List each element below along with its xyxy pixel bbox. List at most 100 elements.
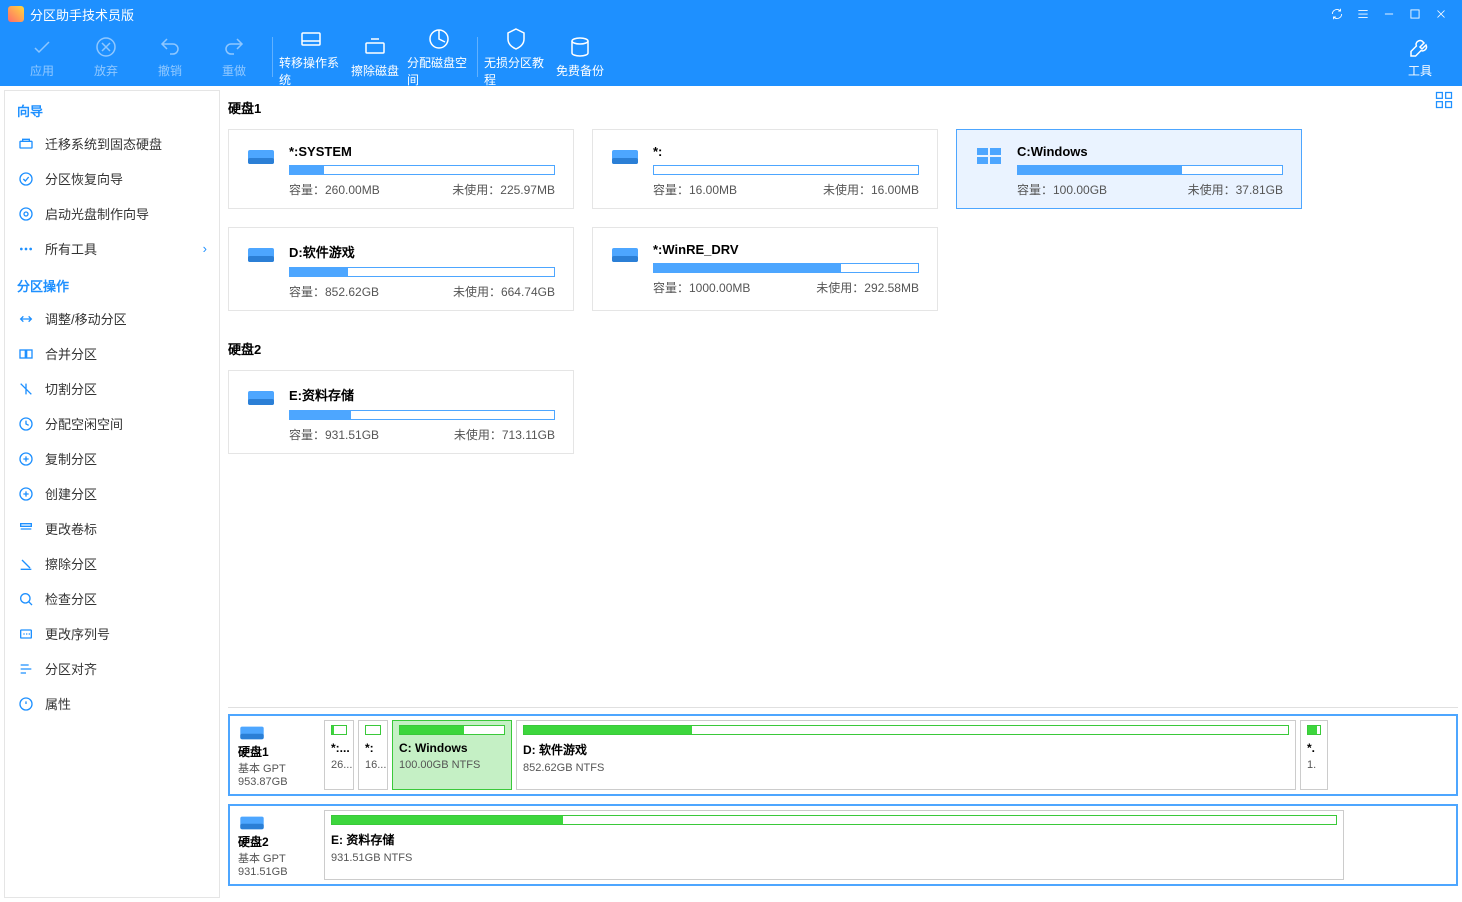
disk-map-panel: 硬盘1基本 GPT953.87GB*:...26...*:16...C: Win… (228, 708, 1458, 898)
ops-item[interactable]: 分配空闲空间 (5, 406, 219, 441)
wizard-label: 分区恢复向导 (45, 169, 123, 188)
minimize-button[interactable] (1376, 1, 1402, 27)
wizard-item[interactable]: 分区恢复向导 (5, 161, 219, 196)
maximize-button[interactable] (1402, 1, 1428, 27)
disk-size: 953.87GB (238, 776, 320, 788)
capacity-label: 容量：16.00MB (653, 181, 737, 198)
ops-icon (17, 415, 35, 433)
ops-label: 调整/移动分区 (45, 309, 127, 328)
ops-item[interactable]: 创建分区 (5, 476, 219, 511)
wizard-item[interactable]: 迁移系统到固态硬盘 (5, 126, 219, 161)
partition-info: 26... (331, 759, 347, 771)
disk-map-header[interactable]: 硬盘1基本 GPT953.87GB (234, 720, 320, 790)
usage-bar (653, 165, 919, 175)
redo-button[interactable]: 重做 (202, 28, 266, 86)
disk-map-partition[interactable]: *:16... (358, 720, 388, 790)
ops-item[interactable]: 属性 (5, 686, 219, 721)
disk-map-partition[interactable]: *. 1. (1300, 720, 1328, 790)
wizard-item[interactable]: 启动光盘制作向导 (5, 196, 219, 231)
migrate-os-button[interactable]: 转移操作系统 (279, 28, 343, 86)
refresh-button[interactable] (1324, 1, 1350, 27)
disk-map-partition[interactable]: E: 资料存储 931.51GB NTFS (324, 810, 1344, 880)
usage-bar (1307, 725, 1321, 735)
drive-icon (611, 146, 639, 166)
usage-bar (331, 725, 347, 735)
disk-map-partition[interactable]: D: 软件游戏 852.62GB NTFS (516, 720, 1296, 790)
ops-item[interactable]: 更改序列号 (5, 616, 219, 651)
view-toggle-button[interactable] (1434, 90, 1454, 110)
ops-item[interactable]: 合并分区 (5, 336, 219, 371)
partition-name: E:资料存储 (289, 385, 555, 404)
capacity-label: 容量：100.00GB (1017, 181, 1107, 198)
partition-info: 931.51GB NTFS (331, 852, 1337, 864)
ops-item[interactable]: 检查分区 (5, 581, 219, 616)
close-button[interactable] (1428, 1, 1454, 27)
ops-icon (17, 380, 35, 398)
free-backup-button[interactable]: 免费备份 (548, 28, 612, 86)
partition-info: 852.62GB NTFS (523, 762, 1289, 774)
free-label: 未使用：37.81GB (1188, 181, 1283, 198)
wizard-icon (17, 240, 35, 258)
usage-bar (331, 815, 1337, 825)
disk-name: 硬盘2 (238, 833, 320, 850)
ops-icon (17, 485, 35, 503)
free-label: 未使用：225.97MB (452, 181, 555, 198)
wizard-label: 所有工具 (45, 239, 97, 258)
alloc-space-button[interactable]: 分配磁盘空间 (407, 28, 471, 86)
app-logo-icon (8, 6, 24, 22)
partition-name: *:... (331, 741, 347, 755)
usage-bar (653, 263, 919, 273)
usage-bar (523, 725, 1289, 735)
usage-bar (289, 165, 555, 175)
sidebar: 向导 迁移系统到固态硬盘分区恢复向导启动光盘制作向导所有工具› 分区操作 调整/… (4, 90, 220, 898)
partition-info: 1. (1307, 759, 1321, 771)
wizard-heading: 向导 (5, 91, 219, 126)
lossless-tutorial-button[interactable]: 无损分区教程 (484, 28, 548, 86)
ops-item[interactable]: 分区对齐 (5, 651, 219, 686)
ops-item[interactable]: 复制分区 (5, 441, 219, 476)
wizard-icon (17, 170, 35, 188)
tools-button[interactable]: 工具 (1388, 28, 1452, 86)
undo-button[interactable]: 撤销 (138, 28, 202, 86)
disk-map-partition[interactable]: C: Windows100.00GB NTFS (392, 720, 512, 790)
apply-button[interactable]: 应用 (10, 28, 74, 86)
partition-name: *. (1307, 741, 1321, 755)
ops-icon (17, 310, 35, 328)
ops-icon (17, 555, 35, 573)
drive-icon (247, 244, 275, 264)
ops-icon (17, 660, 35, 678)
wipe-disk-button[interactable]: 擦除磁盘 (343, 28, 407, 86)
ops-item[interactable]: 调整/移动分区 (5, 301, 219, 336)
discard-button[interactable]: 放弃 (74, 28, 138, 86)
partition-card[interactable]: D:软件游戏容量：852.62GB未使用：664.74GB (228, 227, 574, 311)
drive-icon (247, 146, 275, 166)
wizard-label: 迁移系统到固态硬盘 (45, 134, 162, 153)
disk-heading: 硬盘1 (228, 98, 1458, 117)
ops-label: 创建分区 (45, 484, 97, 503)
partition-info: 16... (365, 759, 381, 771)
disk-map-row: 硬盘2基本 GPT931.51GB E: 资料存储 931.51GB NTFS (228, 804, 1458, 886)
wizard-item[interactable]: 所有工具› (5, 231, 219, 266)
drive-icon (247, 387, 275, 407)
partition-card[interactable]: C:Windows容量：100.00GB未使用：37.81GB (956, 129, 1302, 209)
partition-name: *: (653, 144, 919, 159)
disk-name: 硬盘1 (238, 743, 320, 760)
partition-card[interactable]: *:WinRE_DRV容量：1000.00MB未使用：292.58MB (592, 227, 938, 311)
ops-item[interactable]: 擦除分区 (5, 546, 219, 581)
disk-map-partition[interactable]: *:... 26... (324, 720, 354, 790)
menu-button[interactable] (1350, 1, 1376, 27)
ops-item[interactable]: 更改卷标 (5, 511, 219, 546)
partition-name: D: 软件游戏 (523, 741, 1289, 758)
content-area: 硬盘1 *:SYSTEM容量：260.00MB未使用：225.97MB *: 容量：1… (220, 86, 1462, 902)
partition-card[interactable]: *:容量：16.00MB未使用：16.00MB (592, 129, 938, 209)
partition-name: C: Windows (399, 741, 505, 755)
usage-bar (1017, 165, 1283, 175)
disk-map-header[interactable]: 硬盘2基本 GPT931.51GB (234, 810, 320, 880)
partition-name: E: 资料存储 (331, 831, 1337, 848)
titlebar: 分区助手技术员版 (0, 0, 1462, 28)
capacity-label: 容量：931.51GB (289, 426, 379, 443)
partition-card[interactable]: E:资料存储容量：931.51GB未使用：713.11GB (228, 370, 574, 454)
partition-card[interactable]: *:SYSTEM容量：260.00MB未使用：225.97MB (228, 129, 574, 209)
ops-label: 检查分区 (45, 589, 97, 608)
ops-item[interactable]: 切割分区 (5, 371, 219, 406)
